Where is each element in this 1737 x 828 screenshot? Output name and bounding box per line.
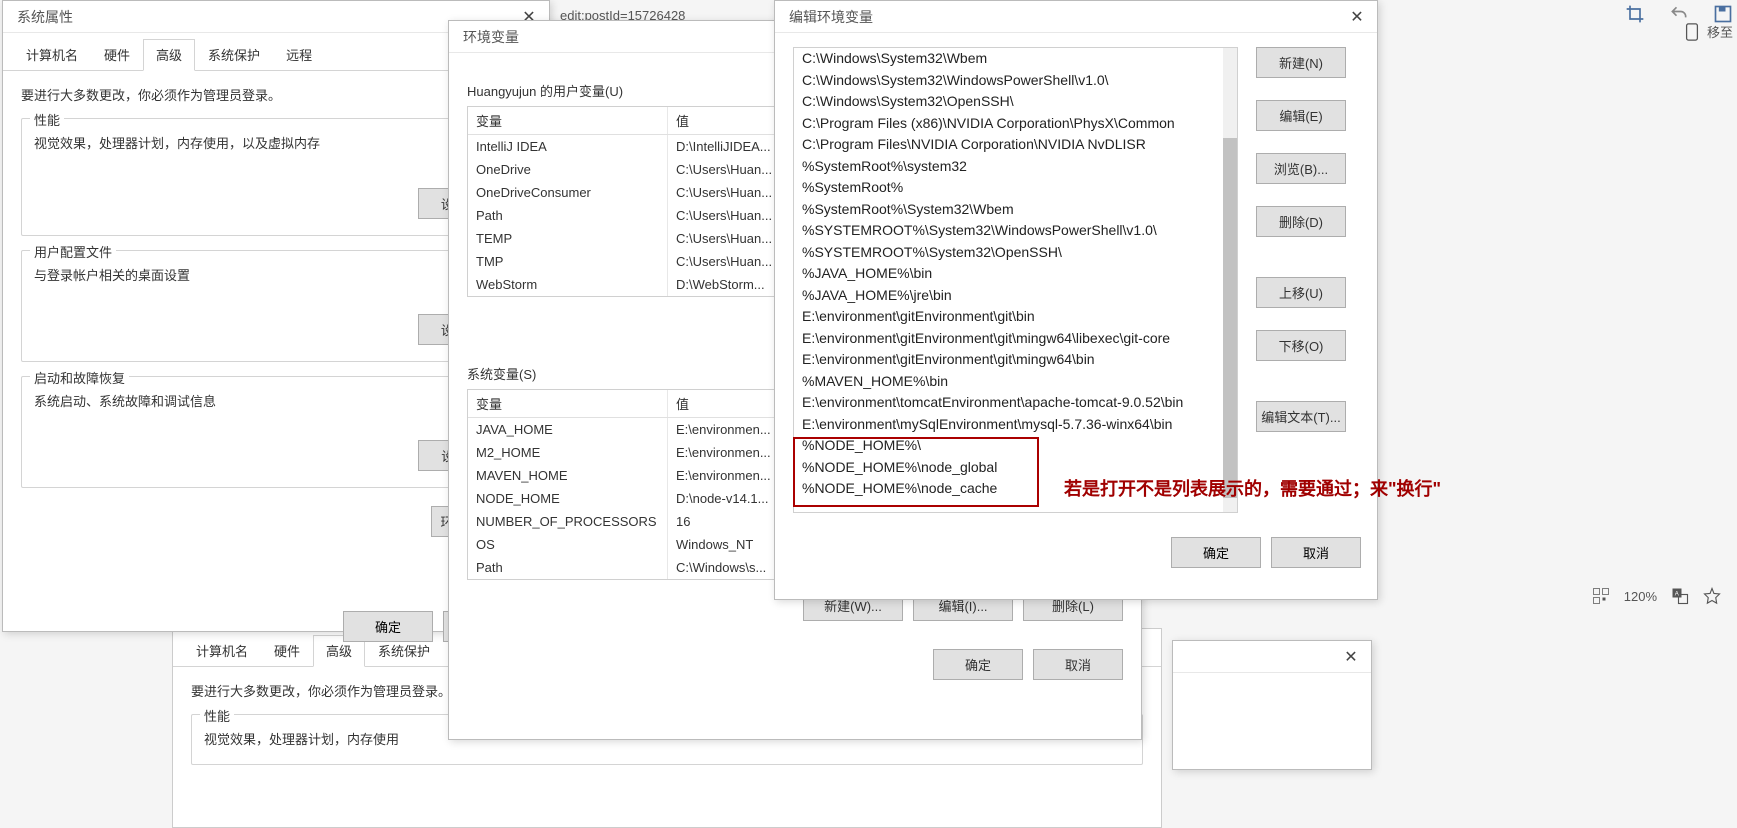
- path-item[interactable]: C:\Program Files\NVIDIA Corporation\NVID…: [794, 134, 1237, 156]
- tab-advanced[interactable]: 高级: [143, 39, 195, 71]
- ok-button[interactable]: 确定: [1171, 537, 1261, 568]
- blank-panel: ✕: [1172, 640, 1372, 770]
- path-item[interactable]: E:\environment\mySqlEnvironment\mysql-5.…: [794, 414, 1237, 436]
- path-item[interactable]: E:\environment\gitEnvironment\git\mingw6…: [794, 328, 1237, 350]
- path-item[interactable]: E:\environment\gitEnvironment\git\bin: [794, 306, 1237, 328]
- tab-hardware[interactable]: 硬件: [91, 39, 143, 70]
- path-item[interactable]: %SystemRoot%\System32\Wbem: [794, 199, 1237, 221]
- undo-icon[interactable]: [1669, 4, 1689, 24]
- cancel-button[interactable]: 取消: [1271, 537, 1361, 568]
- path-item[interactable]: %MAVEN_HOME%\bin: [794, 371, 1237, 393]
- crop-icon[interactable]: [1625, 4, 1645, 24]
- svg-text:A: A: [1675, 591, 1679, 597]
- edit-env-title: 编辑环境变量: [789, 7, 873, 27]
- close-icon[interactable]: ✕: [1345, 7, 1369, 27]
- ok-button[interactable]: 确定: [343, 611, 433, 642]
- profile-desc: 与登录帐户相关的桌面设置: [34, 265, 518, 284]
- new-button[interactable]: 新建(N): [1256, 47, 1346, 78]
- path-item[interactable]: %JAVA_HOME%\bin: [794, 263, 1237, 285]
- qr-icon[interactable]: [1592, 587, 1610, 605]
- delete-button[interactable]: 删除(D): [1256, 206, 1346, 237]
- browse-button[interactable]: 浏览(B)...: [1256, 153, 1346, 184]
- annotation-text: 若是打开不是列表展示的，需要通过；来"换行": [1064, 475, 1441, 501]
- perf-legend: 性能: [30, 110, 64, 129]
- path-item[interactable]: E:\environment\gitEnvironment\git\mingw6…: [794, 349, 1237, 371]
- mobile-icon: [1685, 23, 1699, 41]
- toolbar-mobile: 移至: [1685, 22, 1733, 41]
- up-button[interactable]: 上移(U): [1256, 277, 1346, 308]
- path-item[interactable]: C:\Windows\System32\OpenSSH\: [794, 91, 1237, 113]
- perf-desc: 视觉效果，处理器计划，内存使用，以及虚拟内存: [34, 133, 518, 152]
- col-var: 变量: [468, 390, 668, 417]
- translate-icon[interactable]: A: [1671, 587, 1689, 605]
- startup-desc: 系统启动、系统故障和调试信息: [34, 391, 518, 410]
- annotation-box: [793, 437, 1039, 507]
- toolbar-top: [1625, 4, 1733, 24]
- edit-button[interactable]: 编辑(E): [1256, 100, 1346, 131]
- path-item[interactable]: C:\Windows\System32\WindowsPowerShell\v1…: [794, 70, 1237, 92]
- tab-computer-name[interactable]: 计算机名: [13, 39, 91, 70]
- star-icon[interactable]: [1703, 587, 1721, 605]
- startup-legend: 启动和故障恢复: [30, 368, 129, 387]
- path-item[interactable]: %SYSTEMROOT%\System32\OpenSSH\: [794, 242, 1237, 264]
- edit-env-dialog: 编辑环境变量 ✕ C:\Windows\System32\WbemC:\Wind…: [774, 0, 1378, 600]
- mobile-label: 移至: [1707, 22, 1733, 41]
- path-item[interactable]: E:\environment\tomcatEnvironment\apache-…: [794, 392, 1237, 414]
- save-icon[interactable]: [1713, 4, 1733, 24]
- sys-props-title: 系统属性: [17, 7, 73, 27]
- path-item[interactable]: %SystemRoot%\system32: [794, 156, 1237, 178]
- path-item[interactable]: %SYSTEMROOT%\System32\WindowsPowerShell\…: [794, 220, 1237, 242]
- zoom-value: 120%: [1624, 589, 1657, 604]
- edit-text-button[interactable]: 编辑文本(T)...: [1256, 401, 1346, 432]
- ok-button[interactable]: 确定: [933, 649, 1023, 680]
- perf-legend: 性能: [200, 706, 234, 725]
- path-item[interactable]: C:\Program Files (x86)\NVIDIA Corporatio…: [794, 113, 1237, 135]
- path-item[interactable]: %SystemRoot%: [794, 177, 1237, 199]
- col-var: 变量: [468, 107, 668, 134]
- close-icon[interactable]: ✕: [1339, 647, 1363, 667]
- cancel-button[interactable]: 取消: [1033, 649, 1123, 680]
- zoom-status: 120% A: [1592, 587, 1721, 605]
- profile-legend: 用户配置文件: [30, 242, 116, 261]
- down-button[interactable]: 下移(O): [1256, 330, 1346, 361]
- tab-remote[interactable]: 远程: [273, 39, 325, 70]
- path-item[interactable]: %JAVA_HOME%\jre\bin: [794, 285, 1237, 307]
- tab-protection[interactable]: 系统保护: [195, 39, 273, 70]
- scrollbar[interactable]: [1223, 48, 1237, 512]
- path-item[interactable]: C:\Windows\System32\Wbem: [794, 48, 1237, 70]
- env-vars-title: 环境变量: [463, 27, 519, 47]
